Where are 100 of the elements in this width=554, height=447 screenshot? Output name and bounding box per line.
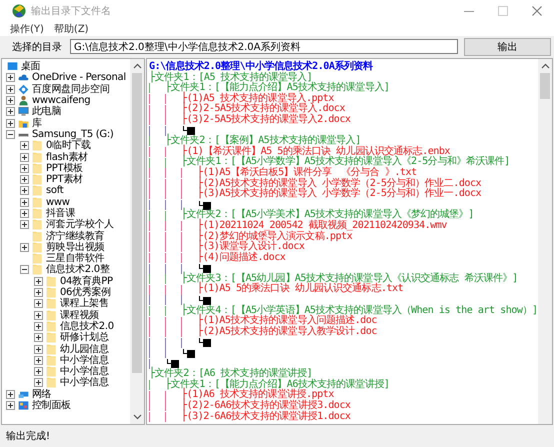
tree-item[interactable]: 控制面板 [32,400,71,412]
user-icon [18,95,29,106]
expand-icon[interactable] [34,322,43,331]
tree-item[interactable]: PPT素材 [46,174,83,186]
expand-icon[interactable] [34,378,43,388]
scrollbar[interactable] [538,59,552,424]
tree-item[interactable]: 济宁继续教育 [46,230,104,242]
folder-icon [32,253,43,264]
tree-item[interactable]: 网络 [32,388,52,400]
scrollbar-thumb[interactable] [540,73,550,99]
tree-item[interactable]: 中小学信息 [60,377,109,388]
expand-icon[interactable] [6,84,15,94]
folder-icon [46,366,57,378]
file-line: ├(1)【希沃课件】A5 5的乘法口诀 幼儿园认识交通标志.enbx [181,146,450,157]
folder-icon [46,377,57,388]
tree-item[interactable]: 百度网盘同步空间 [32,84,110,95]
expand-icon[interactable] [34,299,43,308]
tree-item[interactable]: 中小学信息 [60,366,109,378]
folder-icon [32,174,43,186]
cloud-icon [18,72,29,84]
collapse-icon[interactable] [6,130,15,139]
tree-item[interactable]: 幼儿园信息 [60,344,109,355]
expand-icon[interactable] [6,118,15,128]
expand-icon[interactable] [20,141,29,150]
expand-icon[interactable] [34,333,43,342]
tree-item[interactable]: flash素材 [46,152,88,163]
expand-icon[interactable] [6,390,15,399]
tree-item[interactable]: 中小学信息 [60,354,109,366]
menu-item[interactable]: 操作(Y) [10,22,44,36]
expand-icon[interactable] [20,164,29,173]
file-line: ├(1)A5 5的乘法口诀 幼儿园认识交通标志.txt [197,284,404,296]
collapse-icon[interactable] [20,265,29,274]
expand-icon[interactable] [20,242,29,252]
folder-icon [32,140,43,152]
tree-item[interactable]: wwwcaifeng [32,95,90,106]
expand-icon[interactable] [34,356,43,365]
expand-icon[interactable] [34,310,43,320]
scroll-down-icon [132,414,142,420]
expand-icon[interactable] [20,175,29,184]
tree-item[interactable]: 抖音课 [46,208,76,219]
expand-icon[interactable] [20,220,29,230]
folder-line: ├文件夹1：[【A5小学数学】A5技术支持的课堂导入《2-5分与和》希沃课件] [181,157,510,168]
expand-icon[interactable] [20,152,29,162]
tree-item[interactable]: 剪映导出视频 [46,242,104,253]
file-line: ├(1)A6 技术支持的课堂讲授.pptx [181,390,334,400]
tree-item[interactable]: 河套元学校个人 [46,219,114,230]
tree-item[interactable]: 课程上架售 [60,298,109,310]
tree-item[interactable]: 课程视频 [60,310,99,321]
folder-icon [46,344,57,355]
tree-item[interactable]: 0临时下载 [46,140,91,152]
expand-icon[interactable] [34,288,43,298]
scrollbar[interactable] [130,59,144,424]
file-line: ├(2)A5技术支持的课堂导入 小学数学（2-5分与和）作业二.docx [197,178,482,189]
folder-line: ├文件夹1：[【能力点介绍】A5技术支持的课堂导入] [165,83,390,94]
scroll-up-icon [540,63,550,69]
menu-item[interactable]: 帮助(Z) [54,22,89,36]
file-line: ├(3)2-6A6技术支持的课堂讲授1.docx [181,412,351,422]
expand-icon[interactable] [20,198,29,207]
tree-item[interactable]: 库 [32,118,42,129]
folder-icon [32,208,43,219]
maximize-icon [498,6,508,16]
output-header: G:\信息技术2.0整理\中小学信息技术2.0A系列资料 [149,62,374,72]
tree-item[interactable]: Samsung_T5 (G:) [32,128,114,140]
tree-item[interactable]: 信息技术2.0整 [46,264,110,276]
directory-field[interactable]: G:\信息技术2.0整理\中小学信息技术2.0A系列资料 [70,39,458,54]
window-title: 输出目录下文件名 [31,4,111,18]
expand-icon[interactable] [6,96,15,106]
tree-item[interactable]: 桌面 [21,61,40,72]
control-panel-icon [18,400,29,412]
tree-item[interactable]: 06优秀案例 [60,287,111,298]
tree-item[interactable]: 此电脑 [32,106,62,118]
expand-icon[interactable] [34,344,43,354]
tree-item[interactable]: soft [46,185,64,196]
file-line: ├(2)A5技术支持的课堂导入教学设计.doc [197,326,377,338]
folder-icon [32,219,43,230]
expand-icon[interactable] [6,401,15,410]
output-button[interactable]: 输出 [464,38,551,56]
expand-icon[interactable] [6,107,15,116]
tree-item[interactable]: OneDrive - Personal [32,72,126,84]
file-line: ├(4)问题描述.docx [197,252,286,264]
expand-icon[interactable] [20,209,29,218]
tree-item[interactable]: PPT模板 [46,162,83,174]
monitor-icon [18,106,29,118]
tree-item[interactable]: 信息技术2.0 [60,320,114,332]
folder-line: ├文件夹2：[【案例】A5技术支持的课堂导入] [165,136,361,146]
expand-icon[interactable] [34,276,43,286]
expand-icon[interactable] [34,367,43,376]
folder-line: ├文件夹1：[【能力点介绍】A6技术支持的课堂讲授] [165,380,390,390]
tree-item[interactable]: www [46,196,70,208]
tree-item[interactable]: 三星自带软件 [46,253,104,264]
folder-line: ├文件夹3：[【A5幼儿园】A5技术支持的课堂导入《认识交通标志 希沃课件》] [181,274,518,284]
folder-icon [32,152,43,163]
tree-item[interactable]: 04教育典PP [60,276,113,287]
folder-icon [32,162,43,174]
expand-icon[interactable] [6,73,15,82]
expand-icon[interactable] [20,186,29,196]
tree-item[interactable]: 研修计划总 [60,332,109,344]
scrollbar-thumb[interactable] [132,73,142,373]
desktop-icon [7,61,18,72]
file-line: ├(1)A5技术支持的课堂导入问题描述.doc [197,316,377,326]
